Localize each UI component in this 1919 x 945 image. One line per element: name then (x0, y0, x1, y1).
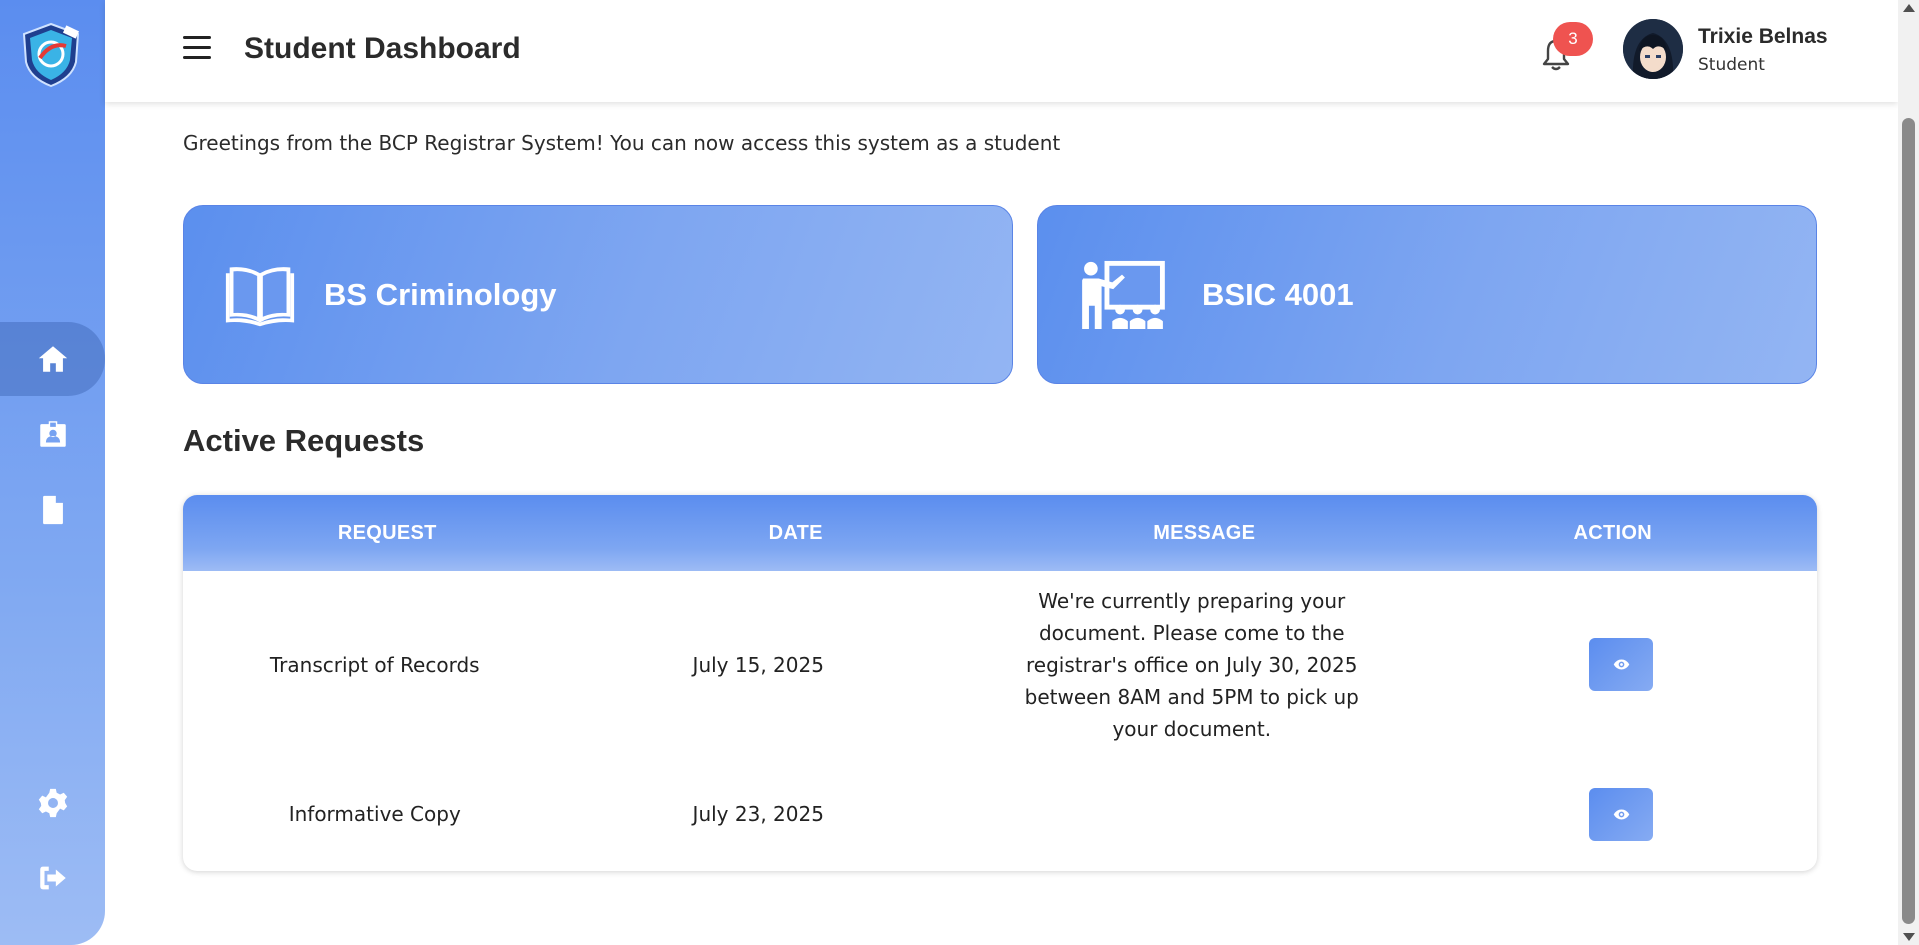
sidebar-item-logout[interactable] (0, 841, 105, 915)
sidebar-item-profile[interactable] (0, 397, 105, 471)
teacher-class-icon (1076, 257, 1170, 333)
user-role: Student (1698, 55, 1765, 75)
request-name: Informative Copy (288, 802, 461, 826)
program-card: BS Criminology (183, 205, 1013, 384)
request-date: July 15, 2025 (692, 652, 824, 677)
main-content: Greetings from the BCP Registrar System!… (105, 0, 1898, 945)
scroll-down-icon[interactable] (1903, 933, 1915, 941)
sidebar (0, 0, 105, 945)
column-header-action: ACTION (1573, 521, 1652, 544)
scroll-thumb[interactable] (1902, 118, 1915, 924)
view-request-button[interactable] (1589, 638, 1654, 691)
greeting-text: Greetings from the BCP Registrar System!… (183, 131, 1061, 155)
requests-table: REQUEST DATE MESSAGE ACTION Transcript o… (183, 495, 1817, 871)
request-date: July 23, 2025 (692, 802, 824, 826)
action-cell (1434, 787, 1818, 841)
top-header: Student Dashboard 3 Trixie Belnas Studen… (105, 0, 1898, 102)
column-header-message: MESSAGE (1153, 521, 1256, 544)
logout-icon (39, 866, 66, 890)
program-label: BS Criminology (324, 276, 557, 312)
id-badge-icon (39, 421, 66, 447)
home-icon (38, 346, 67, 372)
section-label: BSIC 4001 (1202, 276, 1354, 312)
user-name: Trixie Belnas (1698, 25, 1828, 48)
table-row: Informative Copy July 23, 2025 (183, 758, 1817, 870)
view-request-button[interactable] (1589, 787, 1654, 841)
eye-icon (1613, 809, 1630, 819)
sidebar-item-home[interactable] (0, 322, 105, 396)
table-row: Transcript of Records July 15, 2025 We'r… (183, 571, 1817, 758)
request-name: Transcript of Records (269, 652, 480, 677)
gear-icon (38, 788, 67, 818)
action-cell (1434, 638, 1818, 691)
sidebar-item-documents[interactable] (0, 473, 105, 547)
sidebar-item-settings[interactable] (0, 766, 105, 840)
college-logo (20, 22, 82, 88)
active-requests-title: Active Requests (183, 423, 425, 458)
column-header-date: DATE (768, 521, 823, 544)
file-icon (42, 495, 63, 525)
scroll-up-icon[interactable] (1903, 4, 1915, 12)
page-title: Student Dashboard (244, 32, 521, 65)
table-header: REQUEST DATE MESSAGE ACTION (183, 495, 1817, 571)
open-book-icon (222, 257, 298, 333)
eye-icon (1613, 659, 1630, 670)
menu-toggle-icon[interactable] (183, 36, 211, 62)
request-message: We're currently preparing your document.… (1024, 588, 1359, 741)
section-card: BSIC 4001 (1037, 205, 1817, 384)
notification-badge: 3 (1553, 22, 1593, 56)
avatar[interactable] (1623, 19, 1683, 79)
column-header-request: REQUEST (337, 521, 437, 544)
page-scrollbar[interactable] (1898, 0, 1919, 945)
